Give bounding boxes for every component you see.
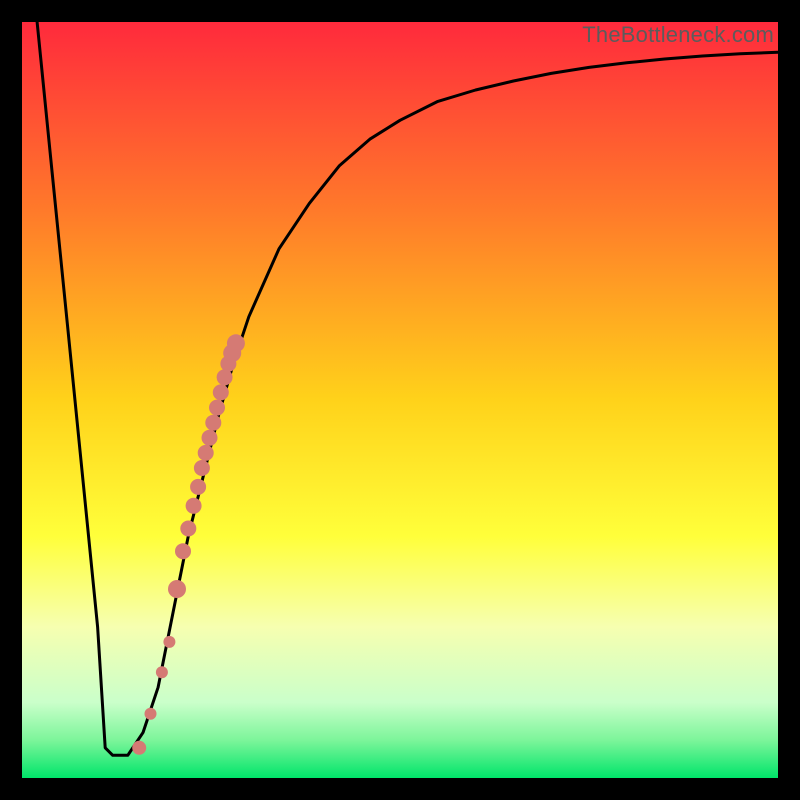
chart-frame: TheBottleneck.com <box>0 0 800 800</box>
data-point <box>175 543 191 559</box>
data-point <box>209 400 225 416</box>
gradient-background <box>22 22 778 778</box>
data-point <box>145 708 157 720</box>
data-point <box>198 445 214 461</box>
data-point <box>205 415 221 431</box>
data-point <box>132 741 146 755</box>
data-point <box>190 479 206 495</box>
chart-svg <box>22 22 778 778</box>
data-point <box>217 369 233 385</box>
watermark-text: TheBottleneck.com <box>582 22 774 48</box>
data-point <box>180 521 196 537</box>
data-point <box>156 666 168 678</box>
data-point <box>194 460 210 476</box>
data-point <box>186 498 202 514</box>
data-point <box>168 580 186 598</box>
data-point <box>163 636 175 648</box>
data-point <box>213 384 229 400</box>
data-point <box>227 334 245 352</box>
chart-plot-area: TheBottleneck.com <box>22 22 778 778</box>
data-point <box>202 430 218 446</box>
